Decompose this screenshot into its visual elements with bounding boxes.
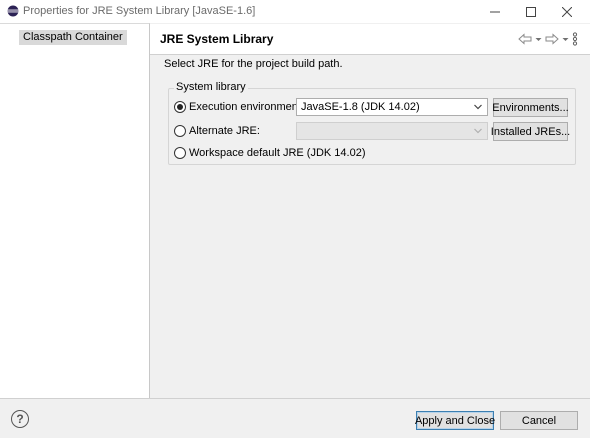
history-navigation (518, 31, 578, 47)
minimize-button[interactable] (477, 0, 513, 23)
page-header: JRE System Library (150, 24, 590, 55)
environments-button[interactable]: Environments... (492, 98, 569, 117)
minimize-icon (490, 11, 500, 12)
radio-label: Workspace default JRE (JDK 14.02) (189, 147, 366, 159)
page-description: Select JRE for the project build path. (164, 58, 343, 70)
radio-label: Execution environment: (189, 101, 304, 113)
execution-environment-combo[interactable]: JavaSE-1.8 (JDK 14.02) (296, 98, 488, 116)
installed-jres-button[interactable]: Installed JREs... (491, 122, 570, 141)
tree-item-label: Classpath Container (23, 31, 123, 43)
page-title: JRE System Library (160, 32, 274, 46)
help-icon[interactable]: ? (11, 410, 29, 428)
property-tree: Classpath Container (0, 23, 150, 399)
apply-and-close-button[interactable]: Apply and Close (415, 411, 495, 430)
close-button[interactable] (549, 0, 585, 23)
radio-button[interactable] (174, 147, 186, 159)
radio-button[interactable] (174, 125, 186, 137)
radio-button[interactable] (174, 101, 186, 113)
maximize-icon (526, 6, 536, 17)
back-arrow-icon[interactable] (518, 33, 532, 45)
radio-alternate-jre[interactable]: Alternate JRE: (174, 123, 260, 139)
combo-value: JavaSE-1.8 (JDK 14.02) (301, 101, 420, 113)
cancel-button[interactable]: Cancel (500, 411, 578, 430)
window-title: Properties for JRE System Library [JavaS… (23, 5, 256, 17)
group-label: System library (174, 81, 248, 93)
alternate-jre-combo[interactable] (296, 122, 488, 140)
eclipse-icon (7, 5, 19, 17)
radio-label: Alternate JRE: (189, 125, 260, 137)
tree-item-classpath-container[interactable]: Classpath Container (19, 30, 127, 45)
forward-dropdown-icon[interactable] (562, 33, 569, 45)
view-menu-icon[interactable] (572, 32, 578, 46)
forward-arrow-icon[interactable] (545, 33, 559, 45)
radio-execution-environment[interactable]: Execution environment: (174, 99, 304, 115)
title-bar: Properties for JRE System Library [JavaS… (0, 0, 590, 23)
radio-workspace-default-jre[interactable]: Workspace default JRE (JDK 14.02) (174, 145, 365, 161)
back-dropdown-icon[interactable] (535, 33, 542, 45)
footer-divider (0, 398, 590, 399)
chevron-down-icon (474, 128, 482, 134)
close-icon (562, 6, 572, 17)
chevron-down-icon (474, 104, 482, 110)
maximize-button[interactable] (513, 0, 549, 23)
